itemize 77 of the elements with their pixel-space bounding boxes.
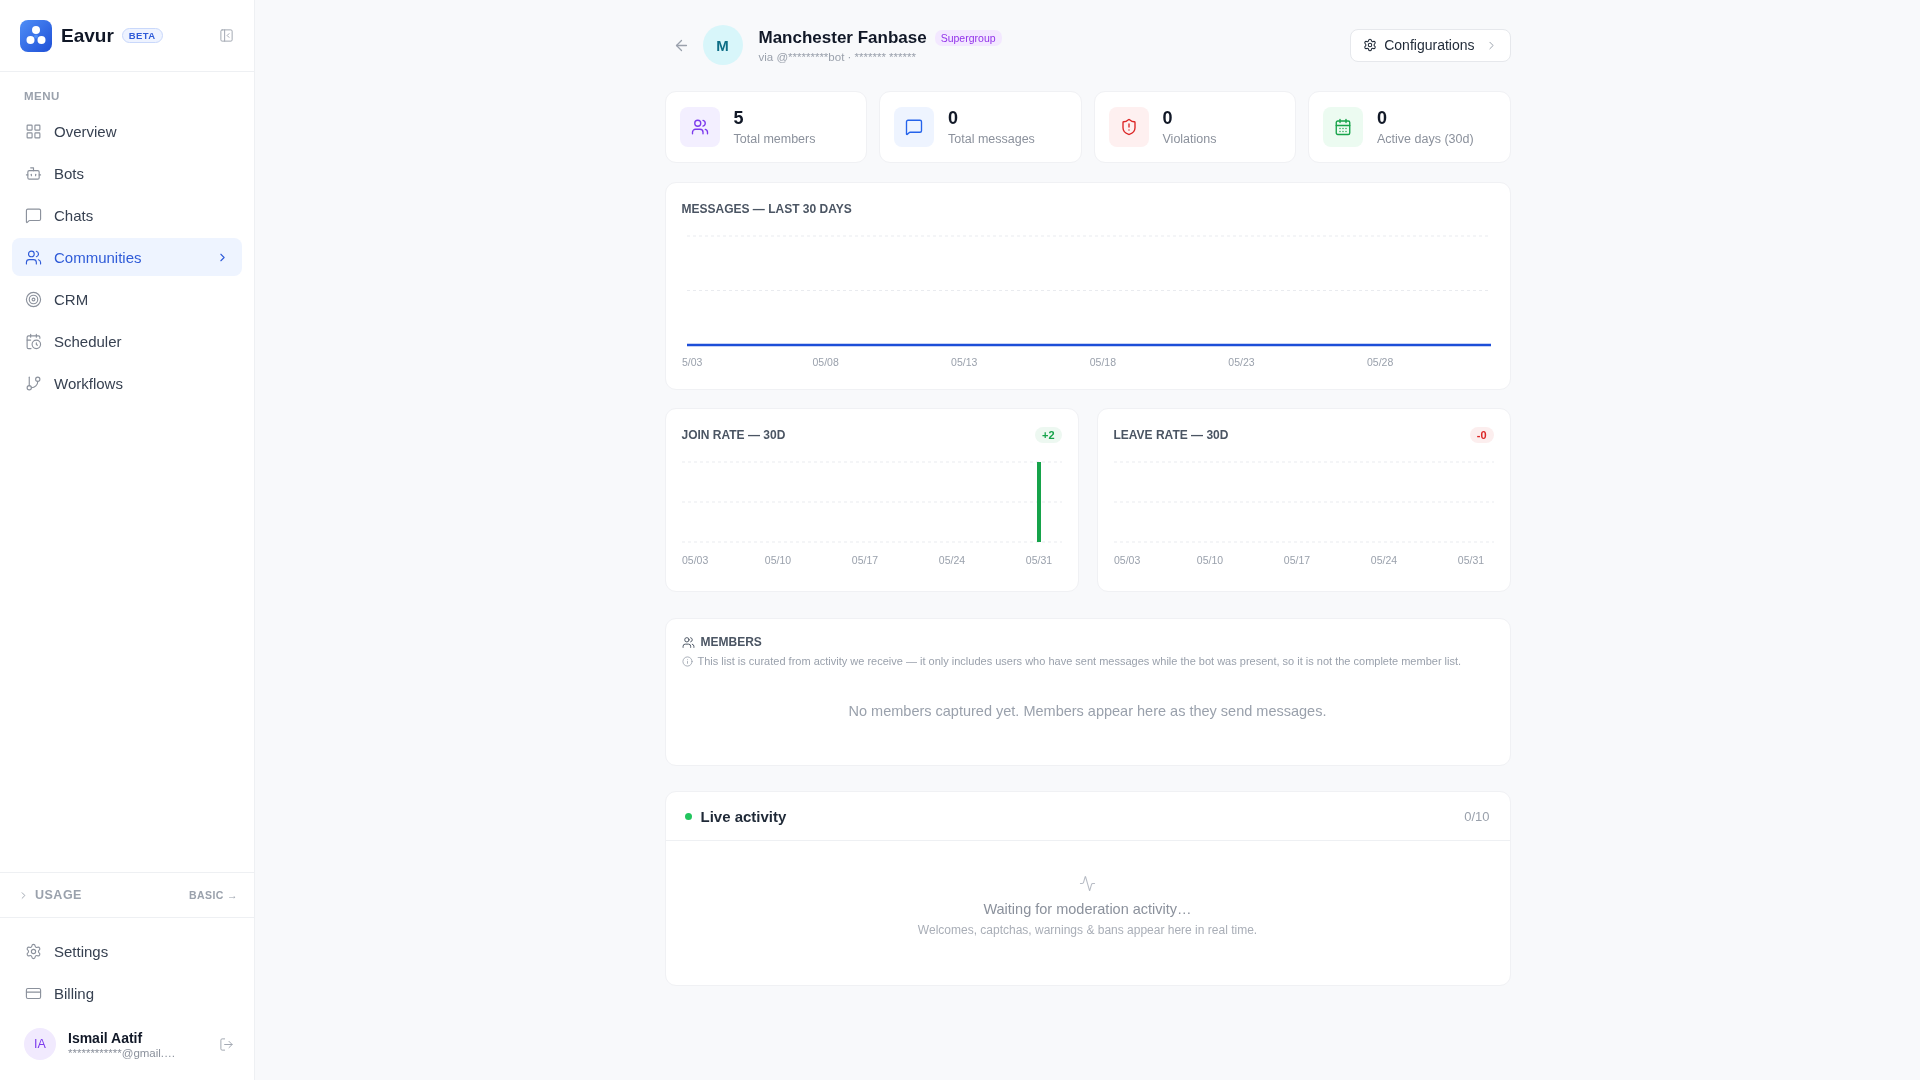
nav-item[interactable]: Settings: [12, 932, 242, 970]
date-label: 05/18: [1089, 356, 1116, 368]
group-type-badge: Supergroup: [934, 29, 1002, 46]
menu-label: MENU: [23, 89, 61, 104]
date-label: 05/03: [681, 554, 708, 566]
panel-collapse-icon: [219, 28, 234, 43]
section-title: Live activity: [700, 807, 787, 825]
logout-icon: [219, 1036, 234, 1052]
activity-count: 0/10: [1464, 808, 1490, 824]
calendar-clock-icon: [25, 332, 42, 350]
date-label: 05/31: [1457, 554, 1484, 566]
target-icon: [25, 290, 42, 308]
date-label: 05/23: [1227, 356, 1255, 368]
calendar-icon: [1323, 107, 1363, 147]
shield-alert-icon: [1108, 107, 1149, 147]
settings-icon: [25, 942, 42, 960]
collapse-sidebar-button[interactable]: [219, 28, 234, 43]
brand-name: Eavur: [61, 24, 114, 47]
nav-item[interactable]: Workflows: [12, 364, 242, 402]
empty-title: Waiting for moderation activity…: [983, 901, 1192, 917]
graph-title: LEAVE RATE — 30D: [1113, 428, 1229, 442]
configurations-button[interactable]: Configurations: [1350, 28, 1511, 62]
logout-button[interactable]: [219, 1036, 234, 1052]
stat-value: 0: [1377, 108, 1388, 129]
graph-title: MESSAGES — LAST 30 DAYS: [681, 202, 852, 216]
date-label: 05/08: [812, 356, 839, 368]
chat-bubble-icon: [894, 107, 934, 147]
date-label: 05/10: [764, 554, 791, 566]
user-avatar: IA: [24, 1028, 56, 1060]
nav-item[interactable]: Bots: [12, 154, 242, 192]
info-note: This list is curated from activity we receive — it only includes users who have sent messages while the bot was present, so it is not the complete member list.: [697, 655, 1462, 667]
date-label: 5/03: [681, 356, 702, 368]
stat-label: Total members: [733, 132, 816, 146]
beta-badge: BETA: [121, 28, 163, 43]
grid-icon: [25, 122, 42, 140]
empty-message: No members captured yet. Members appear here as they send messages.: [847, 703, 1328, 719]
users-icon: [679, 107, 720, 147]
stat-value: 5: [733, 108, 745, 129]
date-label: 05/10: [1196, 554, 1223, 566]
stat-label: Violations: [1162, 132, 1217, 146]
nav-item[interactable]: Chats: [12, 196, 242, 234]
user-email: ************@gmail.…: [68, 1046, 176, 1059]
stat-value: 0: [948, 108, 959, 129]
info-icon: [681, 655, 693, 667]
nav-item[interactable]: Overview: [12, 112, 242, 150]
date-label: 05/28: [1366, 356, 1393, 368]
delta-badge: +2: [1034, 427, 1062, 443]
nav-item[interactable]: CRM: [12, 280, 242, 318]
users-icon: [681, 635, 695, 649]
group-avatar: M: [702, 25, 743, 65]
date-label: 05/13: [950, 356, 977, 368]
users-icon: [25, 248, 42, 266]
settings-icon: [1363, 38, 1378, 52]
nav-item[interactable]: Billing: [12, 974, 242, 1012]
pulse-icon: [1079, 875, 1096, 892]
section-title: MEMBERS: [700, 635, 762, 649]
date-label: 05/31: [1025, 554, 1052, 566]
empty-subtitle: Welcomes, captchas, warnings & bans appear here in real time.: [917, 923, 1258, 937]
date-label: 05/17: [851, 554, 878, 566]
graph-title: JOIN RATE — 30D: [681, 428, 786, 442]
date-label: 05/03: [1113, 554, 1140, 566]
group-title: Manchester Fanbase: [758, 27, 927, 48]
robot-icon: [25, 164, 42, 182]
group-subtitle: via @*********bot · ******* ******: [758, 50, 917, 63]
stat-label: Total messages: [948, 132, 1035, 146]
stat-label: Active days (30d): [1377, 132, 1474, 146]
nav-item[interactable]: Scheduler: [12, 322, 242, 360]
date-label: 05/24: [938, 554, 965, 566]
chat-bubble-icon: [25, 206, 42, 224]
logo-icon: [20, 19, 52, 52]
branch-icon: [25, 374, 42, 392]
nav-item[interactable]: Communities: [12, 238, 242, 276]
delta-badge: -0: [1469, 427, 1494, 443]
stat-value: 0: [1162, 108, 1174, 129]
date-label: 05/17: [1283, 554, 1310, 566]
date-label: 05/24: [1370, 554, 1397, 566]
user-name: Ismail Aatif: [68, 1029, 144, 1046]
